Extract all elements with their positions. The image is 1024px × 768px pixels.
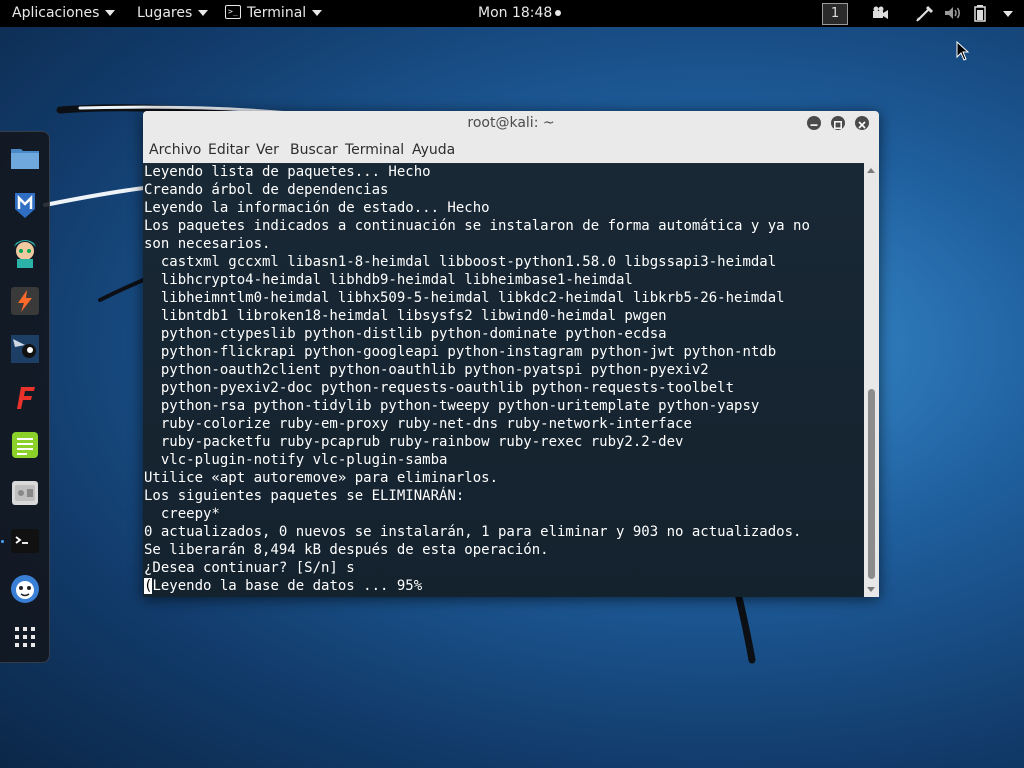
maximize-icon: [834, 121, 842, 129]
menu-buscar[interactable]: Buscar: [290, 137, 338, 163]
terminal-line: ¿Desea continuar? [S/n] s: [144, 560, 355, 576]
terminal-line: Los paquetes indicados a continuación se…: [144, 218, 810, 234]
terminal-line: libheimntlm0-heimdal libhx509-5-heimdal …: [144, 290, 785, 306]
terminal-line: python-oauth2client python-oauthlib pyth…: [144, 362, 709, 378]
scrollbar-thumb[interactable]: [868, 389, 875, 579]
mouse-pointer-icon: [956, 41, 970, 61]
cherrytree-icon: [11, 575, 39, 603]
terminal-line: python-flickrapi python-googleapi python…: [144, 344, 777, 360]
menu-editar[interactable]: Editar: [208, 137, 249, 163]
dock-terminal[interactable]: [9, 525, 41, 557]
terminal-progress-text: Leyendo la base de datos ... 95%: [152, 578, 423, 594]
terminal-icon: [11, 529, 39, 553]
metasploit-icon: [15, 193, 35, 218]
maximize-button[interactable]: [831, 116, 845, 130]
terminal-line: Se liberarán 8,494 kB después de esta op…: [144, 542, 549, 558]
scroll-down-icon[interactable]: [867, 587, 875, 592]
minimize-button[interactable]: [807, 116, 821, 130]
terminal-line: ruby-packetfu ruby-pcaprub ruby-rainbow …: [144, 434, 684, 450]
running-indicator: [1, 540, 4, 543]
terminal-line-current: (Leyendo la base de datos ... 95%: [144, 577, 864, 595]
dock-faraday[interactable]: [9, 381, 41, 413]
terminal-line: 0 actualizados, 0 nuevos se instalarán, …: [144, 524, 802, 540]
applications-label: Aplicaciones: [12, 5, 100, 21]
menu-ver[interactable]: Ver: [256, 137, 279, 163]
volume-icon[interactable]: [943, 4, 963, 22]
system-menu-chevron-icon[interactable]: [1003, 11, 1013, 17]
terminal-line: libhcrypto4-heimdal libhdb9-heimdal libh…: [144, 272, 633, 288]
app-grid-icon: [15, 627, 35, 647]
dock-burpsuite[interactable]: [9, 285, 41, 317]
terminal-scrollbar[interactable]: [864, 163, 879, 597]
faraday-icon: [17, 387, 35, 409]
menu-archivo[interactable]: Archivo: [149, 137, 201, 163]
terminal-icon: >_: [225, 5, 241, 19]
applications-menu[interactable]: Aplicaciones: [12, 0, 116, 27]
menu-ayuda[interactable]: Ayuda: [412, 137, 455, 163]
places-menu[interactable]: Lugares: [137, 0, 209, 27]
window-titlebar[interactable]: root@kali: ~: [143, 111, 879, 137]
settings-icon: [12, 481, 38, 505]
maltego-icon: [11, 335, 39, 363]
terminal-line: python-pyexiv2-doc python-requests-oauth…: [144, 380, 735, 396]
terminal-line: Los siguientes paquetes se ELIMINARÁN:: [144, 488, 465, 504]
terminal-line: python-ctypeslib python-distlib python-d…: [144, 326, 667, 342]
terminal-window[interactable]: root@kali: ~ Archivo Editar Ver Buscar T…: [143, 111, 879, 597]
files-icon: [11, 149, 39, 169]
terminal-line: creepy*: [144, 506, 220, 522]
terminal-line: Creando árbol de dependencias: [144, 182, 389, 198]
menu-bar: Archivo Editar Ver Buscar Terminal Ayuda: [143, 137, 879, 164]
burpsuite-icon: [11, 287, 39, 315]
dock-show-applications[interactable]: [9, 621, 41, 653]
terminal-line: ruby-colorize ruby-em-proxy ruby-net-dns…: [144, 416, 692, 432]
scroll-up-icon[interactable]: [867, 168, 875, 173]
leafpad-icon: [12, 432, 38, 458]
chevron-down-icon: [105, 10, 116, 16]
dock-settings[interactable]: [9, 477, 41, 509]
places-label: Lugares: [137, 5, 193, 21]
video-camera-icon[interactable]: [870, 4, 890, 22]
terminal-line: son necesarios.: [144, 236, 271, 252]
terminal-line: libntdb1 libroken18-heimdal libsysfs2 li…: [144, 308, 667, 324]
terminal-line: Leyendo lista de paquetes... Hecho: [144, 164, 431, 180]
close-button[interactable]: [855, 116, 869, 130]
clock-label: Mon 18:48: [478, 5, 553, 21]
dock-metasploit[interactable]: [9, 189, 41, 221]
chevron-down-icon: [312, 10, 323, 16]
terminal-line: Leyendo la información de estado... Hech…: [144, 200, 490, 216]
app-menu-terminal[interactable]: >_ Terminal: [225, 0, 323, 27]
terminal-line: Utilice «apt autoremove» para eliminarlo…: [144, 470, 499, 486]
app-menu-label: Terminal: [247, 5, 307, 21]
network-icon[interactable]: [915, 4, 935, 22]
close-icon: [858, 121, 866, 129]
workspace-indicator[interactable]: 1: [822, 3, 848, 25]
terminal-line: vlc-plugin-notify vlc-plugin-samba: [144, 452, 448, 468]
dock-maltego[interactable]: [9, 333, 41, 365]
dock-files[interactable]: [9, 141, 41, 173]
menu-terminal[interactable]: Terminal: [345, 137, 404, 163]
chevron-down-icon: [198, 10, 209, 16]
window-title: root@kali: ~: [467, 115, 555, 131]
dash-dock: [0, 131, 50, 663]
terminal-line: castxml gccxml libasn1-8-heimdal libboos…: [144, 254, 777, 270]
dock-leafpad[interactable]: [9, 429, 41, 461]
armitage-icon: [14, 240, 36, 268]
minimize-icon: [810, 124, 818, 126]
terminal-output[interactable]: Leyendo lista de paquetes... Hecho Crean…: [143, 163, 864, 597]
clock[interactable]: Mon 18:48: [478, 0, 562, 27]
terminal-line: python-rsa python-tidylib python-tweepy …: [144, 398, 760, 414]
battery-icon[interactable]: [971, 4, 991, 22]
dock-armitage[interactable]: [9, 237, 41, 269]
top-bar: Aplicaciones Lugares >_ Terminal Mon 18:4…: [0, 0, 1024, 27]
dock-cherrytree[interactable]: [9, 573, 41, 605]
notification-dot-icon: [555, 10, 562, 16]
